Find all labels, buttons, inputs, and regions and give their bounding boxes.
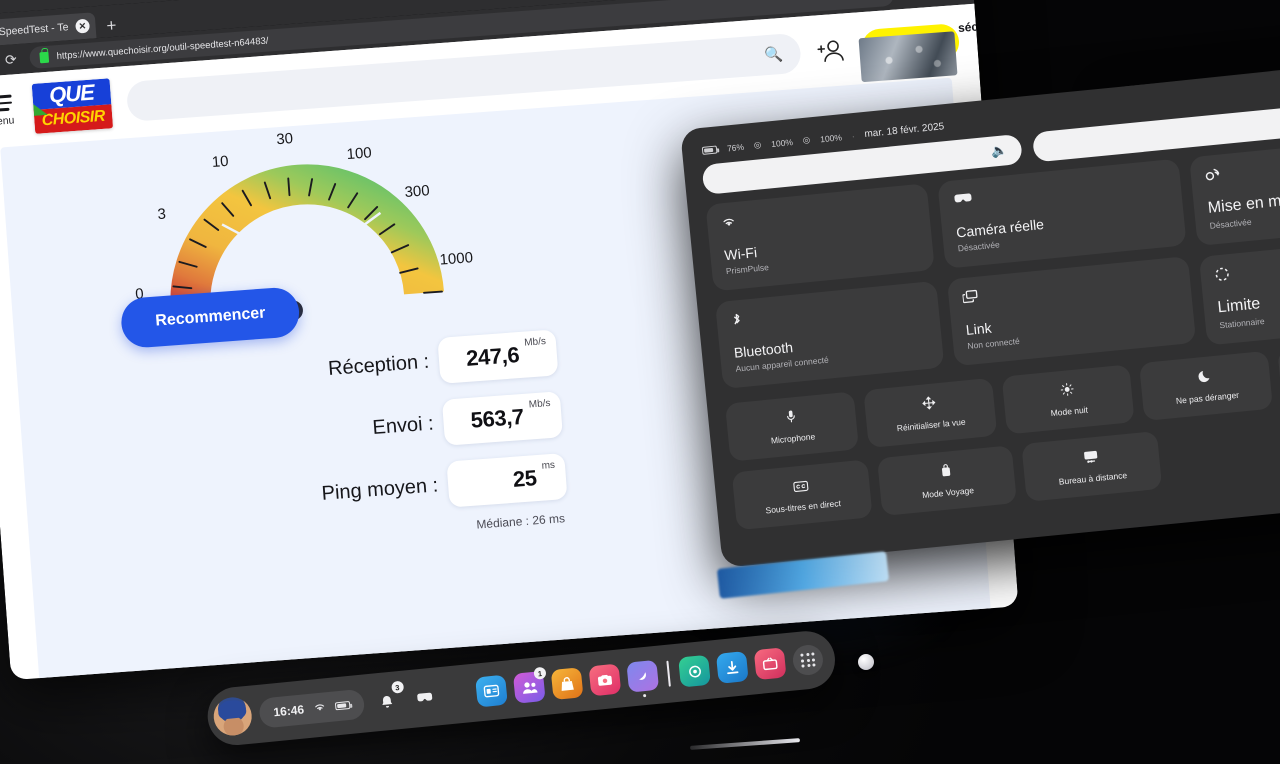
- battery-percent: 76%: [726, 141, 745, 153]
- result-unit: ms: [541, 459, 556, 472]
- tile-wifi[interactable]: Wi-Fi PrismPulse: [705, 183, 935, 292]
- volume-icon: 🔈: [990, 142, 1009, 159]
- menu-button[interactable]: Menu: [0, 94, 19, 128]
- result-unit: Mb/s: [528, 397, 551, 411]
- app-library-icon[interactable]: [791, 643, 825, 677]
- result-value: 563,7: [469, 403, 525, 433]
- result-label: Ping moyen :: [320, 473, 439, 505]
- recenter-icon: [921, 395, 937, 413]
- notifications-button[interactable]: 3: [370, 680, 404, 718]
- status-date: mar. 18 févr. 2025: [863, 121, 945, 140]
- quick-settings-panel: Paramètres rapides 76% ◎ 100% ◎ 100% · m…: [680, 59, 1280, 568]
- tile-link[interactable]: Link Non connecté: [946, 256, 1197, 367]
- site-logo[interactable]: QUE CHOISIR: [31, 78, 114, 134]
- result-label: Réception :: [327, 350, 430, 380]
- travel-icon: [940, 463, 953, 481]
- gauge-label-10: 10: [211, 152, 230, 172]
- notification-badge: 3: [390, 680, 404, 694]
- moon-icon: [1198, 368, 1213, 386]
- account-icon[interactable]: [816, 34, 848, 66]
- toggle-do-not-disturb[interactable]: Ne pas déranger: [1139, 350, 1274, 422]
- menu-label: Menu: [0, 114, 15, 129]
- battery-icon: [701, 144, 718, 155]
- pointer-cursor: [858, 654, 874, 670]
- gauge-label-30: 30: [275, 130, 294, 149]
- right-controller-percent: 100%: [819, 131, 843, 144]
- result-value: 25: [511, 465, 538, 492]
- app-badge: 1: [533, 666, 547, 680]
- toggle-label: Mode Voyage: [921, 485, 975, 501]
- article-thumbnail[interactable]: [858, 31, 958, 83]
- toggle-label: Ne pas déranger: [1175, 389, 1240, 406]
- tile-title: Mise en miroir: [1207, 190, 1280, 217]
- dock-app-camera[interactable]: [588, 663, 622, 697]
- right-controller-icon: ◎: [802, 134, 811, 146]
- gauge-label-3: 3: [156, 205, 167, 224]
- remote-desktop-icon: [1082, 449, 1099, 466]
- result-value-box: 25 ms: [446, 453, 568, 508]
- result-row-upload: Envoi : 563,7 Mb/s: [191, 391, 563, 464]
- gauge-label-100: 100: [346, 144, 373, 164]
- status-separator: ·: [851, 130, 856, 141]
- left-controller-percent: 100%: [770, 136, 794, 149]
- app-running-indicator: [643, 693, 647, 698]
- reload-button[interactable]: ⟳: [1, 50, 20, 68]
- gauge-label-300: 300: [403, 182, 431, 201]
- new-tab-button[interactable]: +: [99, 16, 124, 38]
- toggle-microphone[interactable]: Microphone: [724, 391, 859, 462]
- dock-app-tv[interactable]: [753, 647, 787, 681]
- toggle-label: Microphone: [770, 431, 816, 446]
- clock-time: 16:46: [272, 702, 305, 720]
- search-icon[interactable]: 🔍: [764, 45, 784, 64]
- left-controller-icon: ◎: [753, 139, 762, 150]
- toggle-live-captions[interactable]: Sous-titres en direct: [731, 459, 873, 531]
- avatar[interactable]: [211, 695, 254, 738]
- headset-button[interactable]: [408, 681, 441, 714]
- clock-pill[interactable]: 16:46: [258, 688, 366, 729]
- tile-boundary[interactable]: Limite Stationnaire: [1198, 237, 1280, 346]
- microphone-icon: [786, 409, 797, 427]
- toggle-label: Réinitialiser la vue: [896, 416, 966, 434]
- tile-bluetooth[interactable]: Bluetooth Aucun appareil connecté: [714, 280, 945, 389]
- gauge-label-1000: 1000: [439, 249, 474, 269]
- night-mode-icon: [1060, 382, 1076, 400]
- toggle-remote-desktop[interactable]: Bureau à distance: [1021, 430, 1163, 502]
- dock-app-downloads[interactable]: [715, 651, 749, 684]
- dock-app-browser[interactable]: [475, 674, 508, 708]
- result-label: Envoi :: [371, 412, 435, 439]
- result-value-box: 247,6 Mb/s: [437, 329, 559, 384]
- dock-app-settings[interactable]: [678, 654, 711, 688]
- toggle-travel-mode[interactable]: Mode Voyage: [876, 445, 1018, 517]
- tab-close-icon[interactable]: ✕: [74, 18, 90, 34]
- hamburger-icon: [0, 94, 18, 112]
- wifi-icon: [312, 701, 326, 715]
- toggle-night-mode[interactable]: Mode nuit: [1001, 364, 1136, 435]
- tile-title: Limite: [1216, 295, 1262, 317]
- toggle-recenter[interactable]: Réinitialiser la vue: [863, 377, 997, 449]
- dock-app-people[interactable]: 1: [512, 666, 547, 704]
- toggle-label: Mode nuit: [1050, 404, 1089, 419]
- tile-casting[interactable]: Mise en miroir Désactivée: [1188, 138, 1280, 247]
- toggle-label: Bureau à distance: [1058, 469, 1128, 487]
- dock-app-store[interactable]: [550, 667, 584, 701]
- tab-title: SpeedTest - Te: [0, 21, 69, 39]
- lock-icon: [39, 51, 50, 63]
- tile-passthrough[interactable]: Caméra réelle Désactivée: [937, 158, 1187, 269]
- speedtest-results: Réception : 247,6 Mb/s Envoi : 563,7 Mb/…: [186, 329, 569, 552]
- result-unit: Mb/s: [523, 336, 547, 349]
- battery-icon: [334, 700, 351, 711]
- closed-caption-icon: [793, 478, 809, 495]
- dock-divider: [666, 660, 671, 687]
- result-value: 247,6: [465, 342, 521, 371]
- logo-text-bottom: CHOISIR: [33, 104, 114, 134]
- dock-app-explore[interactable]: [626, 659, 660, 698]
- toggle-label: Sous-titres en direct: [764, 497, 842, 515]
- result-value-box: 563,7 Mb/s: [441, 391, 563, 446]
